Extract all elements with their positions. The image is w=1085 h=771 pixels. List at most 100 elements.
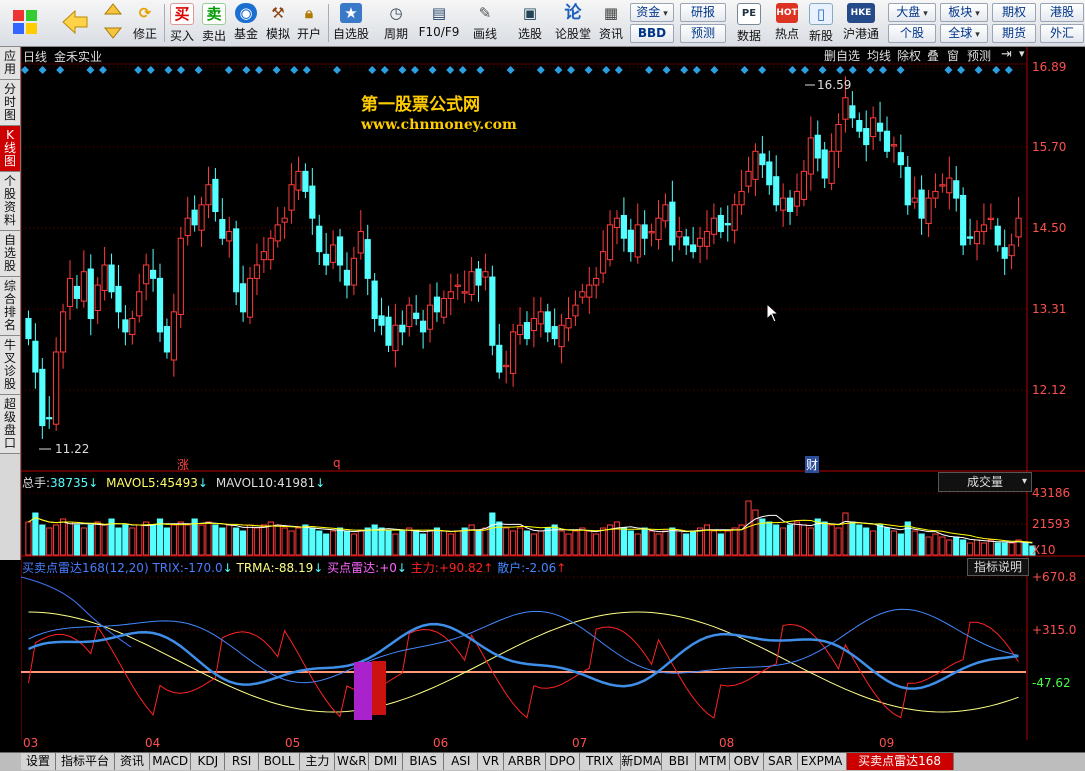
back-button[interactable] [56, 2, 94, 44]
volume-bar-119 [849, 521, 856, 556]
hk-connect-button[interactable]: HKE 沪港通 [840, 2, 882, 44]
chart-header-button-5[interactable]: 预测 [967, 48, 991, 64]
bottom-tab-2[interactable]: 资讯 [115, 753, 150, 770]
page-up-down-button[interactable] [100, 2, 126, 44]
candle-body-108 [773, 176, 780, 206]
bbd-button[interactable]: BBD [630, 24, 674, 43]
modify-button[interactable]: ⟳ 修正 [130, 2, 160, 44]
sell-button[interactable]: 卖 卖出 [200, 2, 228, 44]
bottom-tab-1[interactable]: 指标平台 [56, 753, 115, 770]
left-tab-3[interactable]: 个股资料 [0, 172, 20, 231]
chart-header-button-4[interactable]: 窗 [947, 48, 959, 64]
market-dropdown[interactable]: 大盘 [888, 3, 936, 22]
bottom-tab-5[interactable]: RSI [225, 753, 259, 770]
left-tab-5[interactable]: 综合排名 [0, 277, 20, 336]
bottom-tab-14[interactable]: DPO [545, 753, 580, 770]
left-tab-1[interactable]: 分时图 [0, 80, 20, 126]
candle-body-38 [288, 184, 295, 211]
bottom-tab-11[interactable]: ASI [444, 753, 479, 770]
f10-button[interactable]: ▤ F10/F9 [418, 2, 460, 44]
left-tab-4[interactable]: 自选股 [0, 231, 20, 277]
bottom-tab-18[interactable]: MTM [696, 753, 730, 770]
hk-stock-button[interactable]: 港股 [1040, 3, 1084, 22]
volume-bar-21 [170, 524, 177, 556]
period-button[interactable]: ◷ 周期 [376, 2, 416, 44]
left-tab-6[interactable]: 牛叉诊股 [0, 336, 20, 395]
single-stock-button[interactable]: 个股 [888, 24, 936, 43]
hot-button[interactable]: HOT 热点 [772, 2, 802, 44]
bottom-tab-13[interactable]: ARBR [504, 753, 546, 770]
futures-button[interactable]: 期货 [992, 24, 1036, 43]
left-tab-2[interactable]: K线图 [0, 126, 20, 172]
forecast-button[interactable]: 预测 [680, 24, 726, 43]
volume-header: 总手:38735↓ MAVOL5:45493↓ MAVOL10:41981↓ [22, 476, 326, 490]
volume-bar-48 [357, 530, 364, 556]
windows-menu-button[interactable] [4, 2, 46, 44]
bottom-tab-6[interactable]: BOLL [259, 753, 301, 770]
bottom-tab-9[interactable]: DMI [369, 753, 403, 770]
bottom-tab-4[interactable]: KDJ [191, 753, 226, 770]
new-stock-button[interactable]: ▯ 新股 [806, 2, 836, 44]
chart-header-button-2[interactable]: 除权 [897, 48, 921, 64]
draw-line-button[interactable]: ✎ 画线 [465, 2, 505, 44]
volume-bar-97 [696, 527, 704, 556]
candle-body-50 [371, 280, 378, 320]
watchlist-button[interactable]: ★ 自选股 [331, 2, 371, 44]
forex-button[interactable]: 外汇 [1040, 24, 1084, 43]
sector-dropdown[interactable]: 板块 [940, 3, 988, 22]
event-marker-0[interactable]: 涨 [177, 456, 189, 473]
bottom-tab-15[interactable]: TRIX [579, 753, 621, 770]
kline-chart-svg[interactable] [21, 47, 1085, 740]
left-tab-7[interactable]: 超级盘口 [0, 395, 20, 454]
event-marker-1[interactable]: q [333, 456, 341, 470]
bottom-tab-17[interactable]: BBI [662, 753, 697, 770]
volume-indicator-dropdown[interactable]: 成交量 ▾ [938, 472, 1032, 492]
chart-header-button-3[interactable]: 叠 [927, 48, 939, 64]
indicator-help-button[interactable]: 指标说明 [967, 558, 1029, 576]
candle-body-71 [516, 324, 524, 336]
candle-body-83 [600, 251, 607, 274]
month-label-5: 08 [719, 736, 735, 750]
forum-button[interactable]: 论 论股堂 [554, 2, 592, 44]
bottom-tab-22[interactable]: 买卖点雷达168 [846, 753, 954, 770]
bottom-tab-16[interactable]: 新DMA [621, 753, 663, 770]
signal-diamond-40 [645, 66, 653, 74]
research-button[interactable]: 研报 [680, 3, 726, 22]
open-account-button[interactable]: 🔒︎ 开户 [295, 2, 323, 44]
radar-sell-block [372, 661, 386, 715]
news-button[interactable]: ▦ 资讯 [597, 2, 625, 44]
chart-header-button-1[interactable]: 均线 [867, 48, 891, 64]
candle-body-18 [149, 269, 157, 279]
chevron-down-icon[interactable]: ▾ [1019, 47, 1025, 60]
bottom-tab-12[interactable]: VR [478, 753, 505, 770]
bottom-tab-19[interactable]: OBV [730, 753, 764, 770]
hammer-icon: ⚒ [271, 4, 285, 22]
month-label-2: 05 [285, 736, 301, 750]
chart-header-button-0[interactable]: 删自选 [824, 48, 860, 64]
chart-area[interactable]: 日线 金禾实业 删自选 均线 除权叠窗预测 ⇥ ▾ 第一股票公式网 www.chnm… [21, 47, 1085, 740]
volume-bar-115 [821, 521, 828, 556]
bottom-tab-7[interactable]: 主力 [300, 753, 336, 770]
bottom-tab-3[interactable]: MACD [150, 753, 192, 770]
candle-body-42 [316, 225, 323, 253]
pencil-icon: ✎ [478, 4, 492, 22]
capital-dropdown[interactable]: 资金 [630, 3, 674, 22]
bottom-tab-10[interactable]: BIAS [403, 753, 445, 770]
bottom-tab-0[interactable]: 设置 [21, 753, 56, 770]
bottom-tab-8[interactable]: W&R [335, 753, 370, 770]
fund-button[interactable]: ◉ 基金 [232, 2, 260, 44]
event-marker-2[interactable]: 财 [805, 456, 820, 473]
global-dropdown[interactable]: 全球 [940, 24, 988, 43]
stock-pick-button[interactable]: ▣ 选股 [510, 2, 550, 44]
pin-icon[interactable]: ⇥ [1001, 47, 1012, 62]
left-tab-0[interactable]: 应用 [0, 47, 20, 80]
data-button[interactable]: PE 数据 [730, 2, 768, 44]
bottom-tab-21[interactable]: EXPMA [797, 753, 847, 770]
bottom-tab-20[interactable]: SAR [763, 753, 798, 770]
volume-bar-49 [364, 527, 371, 556]
forum-icon: 论 [564, 3, 582, 23]
options-button[interactable]: 期权 [992, 3, 1036, 22]
buy-button[interactable]: 买 买入 [168, 2, 196, 44]
simulate-button[interactable]: ⚒ 模拟 [264, 2, 292, 44]
volume-bar-122 [870, 530, 877, 556]
